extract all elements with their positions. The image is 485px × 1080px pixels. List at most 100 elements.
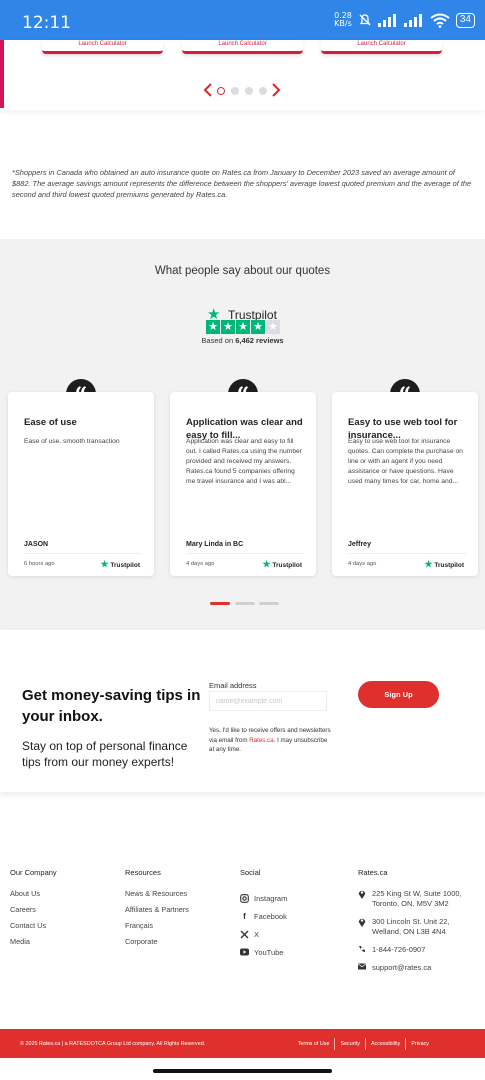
review-source: ★ Trustpilot [101,559,141,570]
footer-link-about[interactable]: About Us [10,889,57,905]
footer-heading-company: Our Company [10,868,57,877]
legal-link-privacy[interactable]: Privacy [405,1038,434,1050]
divider [24,553,142,554]
star-icon: ★ [236,320,250,334]
carousel-dot-4[interactable] [259,87,267,95]
footer-social-column: Social Instagram f Facebook X YouTube [240,868,287,961]
review-author: Jeffrey [348,541,371,548]
review-body: Ease of use. smooth transaction [24,438,120,445]
footer-link-careers[interactable]: Careers [10,905,57,921]
legal-link-security[interactable]: Security [334,1038,364,1050]
home-indicator[interactable] [153,1069,332,1073]
review-source-label: Trustpilot [434,562,464,569]
phone-link[interactable]: 1-844-726-0907 [358,945,462,955]
map-pin-icon [358,890,366,899]
divider [186,553,304,554]
social-link-youtube[interactable]: YouTube [240,943,287,961]
calculator-carousel: Launch Calculator Launch Calculator Laun… [0,40,485,110]
facebook-icon: f [243,911,246,921]
review-time: 4 days ago [348,561,377,567]
launch-calculator-button-3[interactable]: Launch Calculator [321,40,442,54]
divider [348,553,466,554]
mute-bell-icon [359,14,371,26]
footer-link-media[interactable]: Media [10,937,57,953]
status-bar: 12:11 0.28 KB/s 34 [0,0,485,40]
star-icon: ★ [251,320,265,334]
trustpilot-star-icon: ★ [424,559,433,569]
battery-icon: 34 [455,12,475,28]
address-toronto: 225 King St W, Suite 1000, Toronto, ON, M… [358,889,462,909]
launch-calculator-button-2[interactable]: Launch Calculator [182,40,303,54]
star-icon: ★ [221,320,235,334]
social-label: Instagram [254,893,288,903]
social-link-x[interactable]: X [240,925,287,943]
legal-link-terms[interactable]: Terms of Use [293,1038,335,1050]
launch-calculator-button-1[interactable]: Launch Calculator [42,40,163,54]
review-author: Mary Linda in BC [186,541,244,548]
social-label: X [254,929,260,939]
review-time: 6 hours ago [24,561,55,567]
footer-resources-column: Resources News & Resources Affiliates & … [125,868,189,953]
review-body: Easy to use web tool for insurance quote… [348,438,463,485]
review-source: ★ Trustpilot [263,559,303,570]
envelope-icon [358,963,366,970]
map-pin-icon [358,918,366,927]
instagram-icon [240,893,249,903]
review-pager-dot-2[interactable] [235,602,255,605]
carousel-dot-2[interactable] [231,87,239,95]
x-icon [240,930,249,938]
review-pager-dot-1[interactable] [210,602,230,605]
social-label: Facebook [254,911,287,921]
rates-link[interactable]: Rates.ca [249,737,273,744]
address-welland: 300 Lincoln St. Unit 22, Welland, ON L3B … [358,917,462,937]
carousel-dot-1[interactable] [217,87,225,95]
review-card[interactable]: Application was clear and easy to fill..… [170,392,316,576]
email-label: Email address [209,681,257,690]
phone-number: 1-844-726-0907 [372,945,426,954]
savings-disclaimer: *Shoppers in Canada who obtained an auto… [12,168,472,199]
footer-heading-resources: Resources [125,868,161,877]
social-link-facebook[interactable]: f Facebook [240,907,287,925]
carousel-dot-3[interactable] [245,87,253,95]
trustpilot-star-icon: ★ [100,559,109,569]
address-line: 300 Lincoln St. Unit 22, [372,917,450,926]
review-title: Ease of use [24,417,77,428]
star-empty-icon: ★ [266,320,280,334]
social-link-instagram[interactable]: Instagram [240,889,287,907]
network-speed: 0.28 KB/s [334,12,352,28]
email-field[interactable] [209,691,327,711]
chevron-left-icon[interactable] [203,82,213,98]
footer-link-affiliates[interactable]: Affiliates & Partners [125,905,189,921]
review-card[interactable]: Easy to use web tool for insurance... Ea… [332,392,478,576]
footer-legal-bar: © 2025 Rates.ca | a RATESDOTCA Group Ltd… [0,1029,485,1058]
address-toronto-text: 225 King St W, Suite 1000, Toronto, ON, M… [372,889,462,909]
review-source-label: Trustpilot [272,562,302,569]
review-count-value: 6,462 reviews [235,336,284,345]
signal-icon [377,13,396,27]
star-icon: ★ [206,320,220,334]
footer-link-news[interactable]: News & Resources [125,889,189,905]
footer-link-contact[interactable]: Contact Us [10,921,57,937]
wifi-icon [430,13,450,28]
sign-up-button[interactable]: Sign Up [358,681,439,708]
chevron-right-icon[interactable] [271,82,281,98]
phone-icon [359,946,365,952]
status-time: 12:11 [22,13,71,33]
footer-rates-column: Rates.ca 225 King St W, Suite 1000, Toron… [358,868,462,981]
review-card[interactable]: Ease of use Ease of use. smooth transact… [8,392,154,576]
trustpilot-star-icon: ★ [262,559,271,569]
footer-link-francais[interactable]: Français [125,921,189,937]
footer-link-corporate[interactable]: Corporate [125,937,189,953]
review-pager-dot-3[interactable] [259,602,279,605]
email-link[interactable]: support@rates.ca [358,963,462,973]
footer-company-column: Our Company About Us Careers Contact Us … [10,868,57,953]
review-source-label: Trustpilot [110,562,140,569]
review-count-prefix: Based on [201,336,236,345]
copyright-text: © 2025 Rates.ca | a RATESDOTCA Group Ltd… [20,1041,206,1047]
address-line: 225 King St W, Suite 1000, [372,889,462,898]
network-speed-unit: KB/s [334,19,352,28]
legal-links: Terms of Use Security Accessibility Priv… [293,1038,434,1050]
legal-link-accessibility[interactable]: Accessibility [364,1038,405,1050]
address-welland-text: 300 Lincoln St. Unit 22, Welland, ON L3B … [372,917,450,937]
review-body: Application was clear and easy to fill o… [186,438,302,485]
